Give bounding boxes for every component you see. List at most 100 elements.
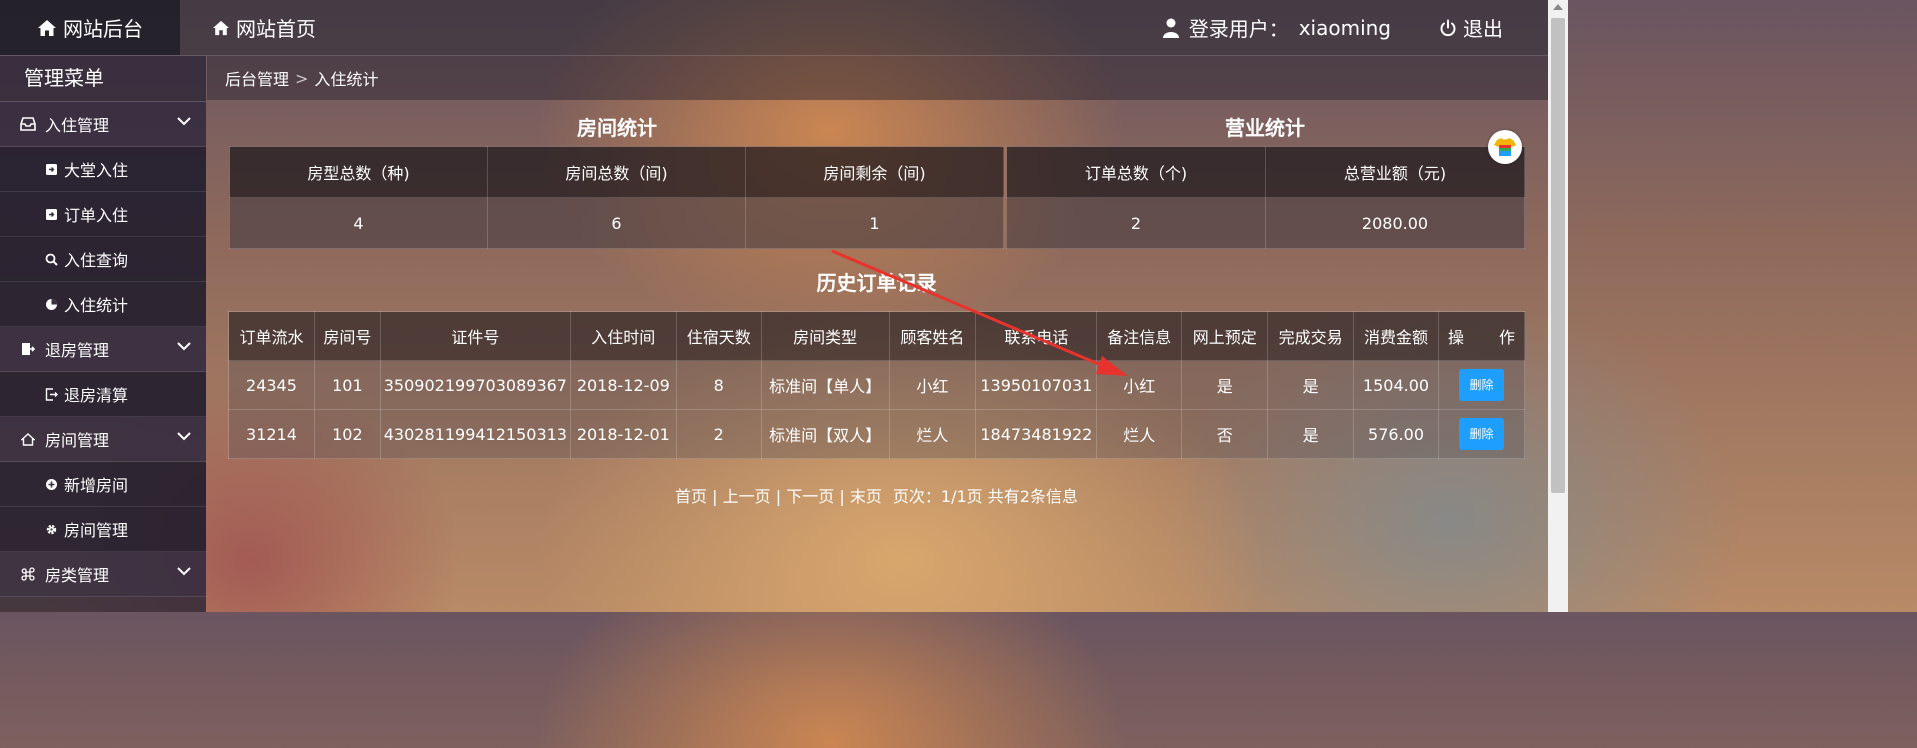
sidebar-title: 管理菜单 — [0, 56, 206, 102]
username: xiaoming — [1298, 15, 1391, 40]
amount: 576.00 — [1353, 409, 1439, 459]
stat-value: 1 — [745, 197, 1004, 249]
sidebar-item-label: 订单入住 — [64, 206, 129, 225]
menu-group-checkin[interactable]: 入住管理 — [0, 102, 206, 147]
stat-value: 2080.00 — [1265, 197, 1525, 249]
checkin-date: 2018-12-09 — [569, 360, 677, 410]
sign-in-icon — [44, 163, 58, 176]
sidebar-item-label: 退房清算 — [64, 386, 129, 405]
orders-title: 历史订单记录 — [816, 271, 937, 295]
business-stats-table: 订单总数（个) 总营业额（元) 2 2080.00 — [1006, 146, 1525, 249]
delete-button[interactable]: 删除 — [1459, 369, 1504, 401]
search-icon — [44, 253, 58, 266]
logout-button[interactable]: 退出 — [1439, 13, 1503, 42]
remark: 小红 — [1096, 360, 1183, 410]
orders-header-row: 订单流水 房间号 证件号 入住时间 住宿天数 房间类型 顾客姓名 联系电话 备注… — [228, 311, 1525, 361]
menu-group-label: 房间管理 — [45, 431, 110, 450]
pager-sep: | — [775, 487, 782, 506]
gear-icon — [44, 523, 58, 536]
pager-first[interactable]: 首页 — [675, 487, 707, 506]
order-id: 24345 — [228, 360, 315, 410]
plus-circle-icon — [44, 478, 58, 491]
site-home-link[interactable]: 网站首页 — [212, 0, 316, 55]
phone: 18473481922 — [975, 409, 1098, 459]
scroll-up-icon[interactable] — [1553, 4, 1563, 10]
pager-info: 页次：1/1页 共有2条信息 — [892, 487, 1078, 506]
menu-group-room-types[interactable]: 房类管理 — [0, 552, 206, 597]
sidebar: 管理菜单 入住管理 大堂入住 订单入住 入住查询 入住统计 退房管理 退房清算 … — [0, 56, 206, 612]
stat-header: 总营业额（元) — [1265, 146, 1525, 198]
sidebar-item-checkin-stats[interactable]: 入住统计 — [0, 282, 206, 327]
column-header: 联系电话 — [975, 311, 1098, 361]
breadcrumb-root[interactable]: 后台管理 — [225, 66, 289, 90]
scrollbar[interactable] — [1548, 0, 1568, 612]
orders-table: 订单流水 房间号 证件号 入住时间 住宿天数 房间类型 顾客姓名 联系电话 备注… — [228, 311, 1525, 459]
actions-cell: 删除 — [1438, 409, 1525, 459]
room-type: 标准间【单人】 — [760, 360, 890, 410]
room-stats-title: 房间统计 — [577, 116, 657, 140]
home-icon — [38, 19, 56, 36]
online-booking: 否 — [1181, 409, 1269, 459]
customer-name: 小红 — [888, 360, 977, 410]
sidebar-item-lobby-checkin[interactable]: 大堂入住 — [0, 147, 206, 192]
checkin-date: 2018-12-01 — [569, 409, 677, 459]
pager-next[interactable]: 下一页 — [786, 487, 834, 506]
phone: 13950107031 — [975, 360, 1098, 410]
id-number: 430281199412150313 — [379, 409, 571, 459]
home-icon — [213, 20, 229, 35]
stat-header: 订单总数（个) — [1006, 146, 1266, 198]
column-header: 消费金额 — [1353, 311, 1439, 361]
menu-group-rooms[interactable]: 房间管理 — [0, 417, 206, 462]
scrollbar-thumb[interactable] — [1551, 18, 1565, 493]
sidebar-item-add-room[interactable]: 新增房间 — [0, 462, 206, 507]
stat-header: 房间总数（间) — [487, 146, 746, 198]
menu-group-checkout[interactable]: 退房管理 — [0, 327, 206, 372]
user-area: 登录用户： xiaoming 退出 — [1162, 0, 1503, 55]
sidebar-item-checkout-settle[interactable]: 退房清算 — [0, 372, 206, 417]
id-number: 350902199703089367 — [379, 360, 571, 410]
column-header: 住宿天数 — [675, 311, 762, 361]
pager-sep: | — [712, 487, 718, 506]
order-id: 31214 — [228, 409, 315, 459]
brand-link[interactable]: 网站后台 — [0, 0, 180, 55]
brand-title: 网站后台 — [63, 17, 143, 41]
sidebar-item-label: 入住查询 — [64, 251, 129, 270]
trade-complete: 是 — [1267, 409, 1355, 459]
stat-header: 房间剩余（间) — [745, 146, 1004, 198]
stat-value: 2 — [1006, 197, 1266, 249]
logout-label: 退出 — [1463, 17, 1503, 41]
sidebar-item-label: 入住统计 — [64, 296, 129, 315]
sidebar-item-room-manage[interactable]: 房间管理 — [0, 507, 206, 552]
customer-name: 烂人 — [888, 409, 977, 459]
column-header-actions: 操 作 — [1438, 311, 1525, 361]
column-header: 备注信息 — [1096, 311, 1183, 361]
theme-shirt-icon[interactable] — [1488, 130, 1522, 164]
user-icon — [1162, 18, 1179, 38]
remark: 烂人 — [1096, 409, 1183, 459]
room-stats-table: 房型总数（种) 房间总数（间) 房间剩余（间) 4 6 1 — [229, 146, 1004, 249]
sidebar-item-checkin-query[interactable]: 入住查询 — [0, 237, 206, 282]
stay-days: 2 — [675, 409, 762, 459]
sidebar-item-order-checkin[interactable]: 订单入住 — [0, 192, 206, 237]
chevron-down-icon — [177, 342, 191, 351]
table-row: 31214 102 430281199412150313 2018-12-01 … — [228, 409, 1525, 459]
sign-in-icon — [44, 208, 58, 221]
delete-button[interactable]: 删除 — [1459, 418, 1504, 450]
pie-chart-icon — [44, 298, 58, 311]
pager-prev[interactable]: 上一页 — [723, 487, 771, 506]
sidebar-item-label: 新增房间 — [64, 476, 129, 495]
home-icon — [20, 432, 36, 446]
pager-last[interactable]: 末页 — [850, 487, 882, 506]
room-number: 101 — [313, 360, 381, 410]
stat-header: 房型总数（种) — [229, 146, 488, 198]
sign-out-icon — [20, 342, 36, 356]
stat-value: 6 — [487, 197, 746, 249]
stay-days: 8 — [675, 360, 762, 410]
sidebar-item-label: 房间管理 — [64, 521, 129, 540]
sign-out-icon — [44, 387, 58, 401]
chevron-down-icon — [177, 567, 191, 576]
power-icon — [1440, 19, 1456, 36]
pager-sep: | — [839, 487, 845, 506]
column-header: 网上预定 — [1181, 311, 1269, 361]
column-header: 订单流水 — [228, 311, 315, 361]
